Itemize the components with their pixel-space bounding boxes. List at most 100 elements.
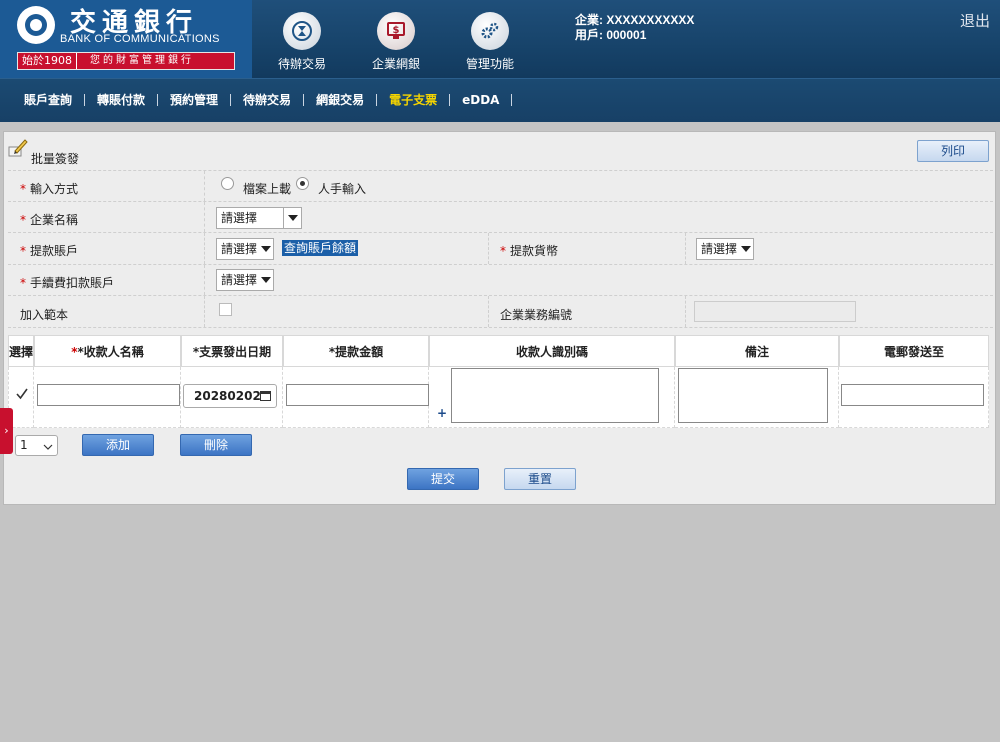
nav-label: 管理功能 — [465, 57, 514, 71]
radio-file-upload[interactable] — [221, 177, 234, 190]
menu-item-echeque[interactable]: 電子支票 — [377, 94, 451, 106]
row-debit-account: * 提款賬戶 請選擇 查詢賬戶餘額 * 提款貨幣 請選擇 — [8, 233, 993, 265]
add-row-button[interactable]: 添加 — [82, 434, 154, 456]
main-menu-bar: 賬戶查詢 轉賬付款 預約管理 待辦交易 網銀交易 電子支票 eDDA — [0, 78, 1000, 122]
template-label: 加入範本 — [20, 308, 69, 322]
nav-pending-transactions[interactable]: 待辦交易 — [262, 12, 342, 72]
col-header-payee: **收款人名稱 — [34, 335, 181, 367]
add-payee-id-plus-icon[interactable]: + — [437, 406, 447, 420]
divider — [204, 296, 205, 327]
user-account: 用戶: 000001 — [575, 28, 647, 42]
menu-item-pending[interactable]: 待辦交易 — [231, 94, 305, 106]
divider — [488, 233, 489, 264]
radio-file-upload-label: 檔案上載 — [243, 182, 292, 196]
payee-id-textarea[interactable] — [451, 368, 659, 423]
chevron-down-icon — [259, 270, 273, 290]
svg-text:$: $ — [393, 25, 400, 36]
table-row-date-cell: 20280202 — [181, 367, 283, 428]
company-label: * 企業名稱 — [20, 213, 79, 227]
bank-slogan-banner: 始於1908 您的財富管理銀行 — [17, 52, 235, 70]
bank-slogan: 您的財富管理銀行 — [90, 55, 194, 66]
payee-name-input[interactable] — [37, 384, 180, 406]
hourglass-icon — [283, 12, 321, 50]
table-row-payee-id-cell: + — [429, 367, 675, 428]
row-input-method: * 輸入方式 檔案上載 人手輸入 — [8, 170, 993, 202]
submit-button[interactable]: 提交 — [407, 468, 479, 490]
table-row-email-cell — [839, 367, 989, 428]
divider — [685, 233, 686, 264]
table-row-remark-cell — [675, 367, 839, 428]
row-checkbox[interactable] — [15, 387, 29, 404]
user-company: 企業: XXXXXXXXXXX — [575, 13, 695, 27]
add-template-checkbox[interactable] — [219, 303, 232, 316]
row-fee-account: * 手續費扣款賬戶 請選擇 — [8, 265, 993, 296]
radio-manual-input-label: 人手輸入 — [318, 182, 367, 196]
debit-account-select[interactable]: 請選擇 — [216, 238, 274, 260]
bank-name-en: BANK OF COMMUNICATIONS — [60, 33, 220, 45]
radio-manual-input[interactable] — [296, 177, 309, 190]
divider — [685, 296, 686, 327]
divider — [488, 296, 489, 327]
fee-account-label: * 手續費扣款賬戶 — [20, 276, 115, 290]
delete-row-button[interactable]: 刪除 — [180, 434, 252, 456]
divider — [204, 233, 205, 264]
business-no-input — [694, 301, 856, 322]
calendar-icon[interactable] — [260, 391, 271, 401]
chevron-down-icon — [739, 239, 753, 259]
table-row-amount-cell — [283, 367, 429, 428]
debit-account-label: * 提款賬戶 — [20, 244, 79, 258]
bank-logo-mark — [17, 6, 55, 44]
col-header-remark: 備注 — [675, 335, 839, 367]
print-button[interactable]: 列印 — [917, 140, 989, 162]
header: 交通銀行 BANK OF COMMUNICATIONS 始於1908 您的財富管… — [0, 0, 1000, 78]
currency-select[interactable]: 請選擇 — [696, 238, 754, 260]
logout-button[interactable]: 退出 — [960, 10, 990, 31]
panel-title: 批量簽發 — [31, 152, 80, 166]
pencil-icon — [7, 137, 29, 159]
currency-label: * 提款貨幣 — [500, 244, 559, 258]
row-template: 加入範本 企業業務編號 — [8, 296, 993, 328]
reset-button[interactable]: 重置 — [504, 468, 576, 490]
nav-management[interactable]: 管理功能 — [450, 12, 530, 72]
menu-item-edda[interactable]: eDDA — [450, 94, 513, 106]
bank-since: 始於1908 — [18, 53, 77, 69]
divider — [204, 171, 205, 201]
monitor-dollar-icon: $ — [377, 12, 415, 50]
table-row-payee-cell — [34, 367, 181, 428]
company-select[interactable]: 請選擇 — [216, 207, 302, 229]
rows-count-select[interactable]: 1 — [15, 435, 58, 456]
gears-icon — [471, 12, 509, 50]
col-header-select: 選擇 — [8, 335, 34, 367]
col-header-payee-text: *收款人名稱 — [77, 345, 144, 359]
amount-input[interactable] — [286, 384, 429, 406]
col-header-amount: *提款金額 — [283, 335, 429, 367]
balance-inquiry-link[interactable]: 查詢賬戶餘額 — [282, 240, 359, 256]
side-panel-toggle[interactable]: › — [0, 408, 13, 454]
bank-logo[interactable]: 交通銀行 BANK OF COMMUNICATIONS 始於1908 您的財富管… — [0, 0, 252, 78]
business-no-label: 企業業務編號 — [500, 308, 573, 322]
row-company: * 企業名稱 請選擇 — [8, 202, 993, 233]
menu-item-account-inquiry[interactable]: 賬戶查詢 — [12, 94, 86, 106]
chevron-down-icon — [283, 208, 301, 228]
main-menu: 賬戶查詢 轉賬付款 預約管理 待辦交易 網銀交易 電子支票 eDDA — [12, 94, 513, 106]
nav-label: 待辦交易 — [277, 57, 326, 71]
nav-corporate-banking[interactable]: $ 企業網銀 — [356, 12, 436, 72]
col-header-email: 電郵發送至 — [839, 335, 989, 367]
email-input[interactable] — [841, 384, 984, 406]
user-info: 企業: XXXXXXXXXXX 用戶: 000001 — [575, 13, 694, 43]
fee-account-select[interactable]: 請選擇 — [216, 269, 274, 291]
chevron-down-icon — [259, 239, 273, 259]
divider — [204, 265, 205, 295]
remark-textarea[interactable] — [678, 368, 828, 423]
input-method-label: * 輸入方式 — [20, 182, 79, 196]
batch-issue-panel: 批量簽發 列印 * 輸入方式 檔案上載 人手輸入 * 企業名稱 請選擇 * 提款賬戶 … — [3, 131, 996, 505]
menu-item-transfer[interactable]: 轉賬付款 — [85, 94, 159, 106]
divider — [204, 202, 205, 232]
menu-item-online-transactions[interactable]: 網銀交易 — [304, 94, 378, 106]
chevron-down-icon — [43, 439, 53, 458]
col-header-date: *支票發出日期 — [181, 335, 283, 367]
col-header-payee-id: 收款人識別碼 — [429, 335, 675, 367]
nav-label: 企業網銀 — [371, 57, 420, 71]
menu-item-scheduled[interactable]: 預約管理 — [158, 94, 232, 106]
cheque-date-input[interactable]: 20280202 — [183, 384, 277, 408]
